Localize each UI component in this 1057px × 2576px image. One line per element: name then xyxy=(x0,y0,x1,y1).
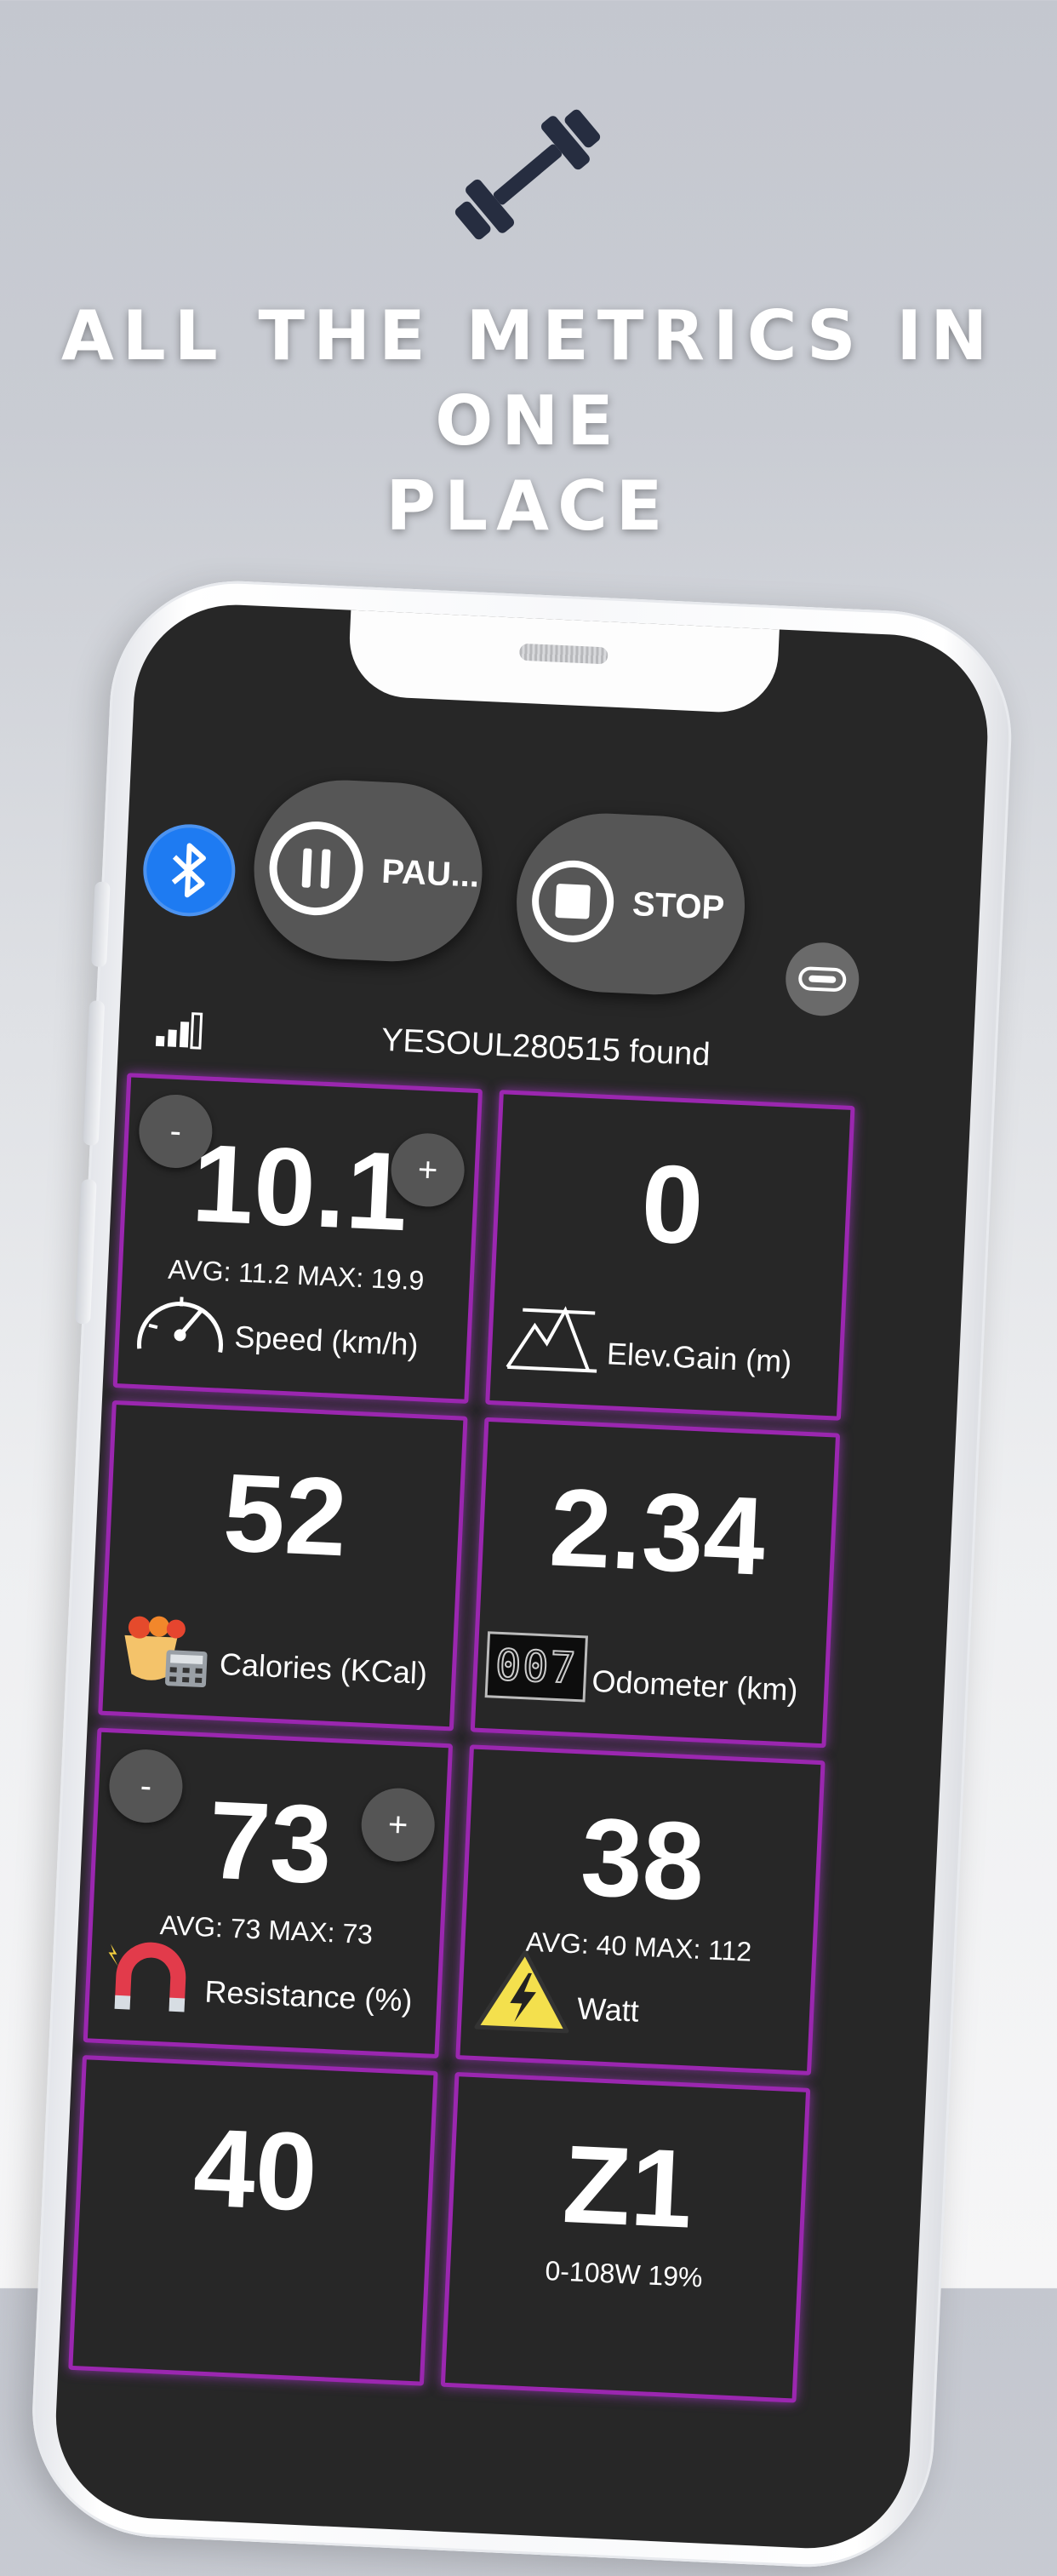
odometer-icon: 007 xyxy=(485,1631,588,1702)
device-found-text: YESOUL280515 found xyxy=(118,1010,974,1086)
tile-speed: - + 10.1 AVG: 11.2 MAX: 19.9 Speed (km/h… xyxy=(113,1073,483,1404)
tile-elevation-gain: 0 Elev.Gain (m) xyxy=(485,1090,854,1421)
tile-watt: 38 AVG: 40 MAX: 112 Watt xyxy=(455,1744,825,2075)
treadmill-icon xyxy=(796,961,848,998)
tile-cadence: 40 xyxy=(68,2055,437,2386)
mountain-icon xyxy=(503,1291,604,1380)
odometer-label: Odometer (km) xyxy=(591,1663,799,1709)
bluetooth-button[interactable] xyxy=(141,822,237,919)
speedometer-icon xyxy=(130,1274,231,1363)
resistance-label: Resistance (%) xyxy=(204,1974,414,2019)
cadence-value: 40 xyxy=(79,2102,431,2236)
stop-icon xyxy=(530,859,615,944)
tile-zone: Z1 0-108W 19% xyxy=(441,2072,810,2403)
tile-resistance: - + 73 AVG: 73 MAX: 73 Resistance (%) xyxy=(83,1728,453,2059)
odometer-digits: 007 xyxy=(494,1640,579,1693)
odometer-value: 2.34 xyxy=(482,1464,834,1599)
bluetooth-icon xyxy=(166,839,213,901)
stop-button[interactable]: STOP xyxy=(512,810,748,999)
elevation-gain-label: Elev.Gain (m) xyxy=(606,1336,792,1380)
calories-value: 52 xyxy=(109,1447,461,1582)
app-screen: PAU... STOP YESOUL280515 found xyxy=(52,600,992,2552)
pause-icon xyxy=(267,820,365,918)
zone-value: Z1 xyxy=(452,2119,804,2253)
zone-stats: 0-108W 19% xyxy=(449,2251,797,2298)
tile-calories: 52 Calories (KCal) xyxy=(98,1400,467,1732)
resistance-value: 73 xyxy=(94,1775,447,1909)
pause-button[interactable]: PAU... xyxy=(250,776,486,965)
stop-label: STOP xyxy=(631,885,725,928)
calories-icon xyxy=(116,1601,217,1691)
tile-odometer: 2.34 007 Odometer (km) xyxy=(471,1417,840,1749)
speaker-grille xyxy=(519,644,608,665)
treadmill-button[interactable] xyxy=(784,941,860,1017)
pause-label: PAU... xyxy=(380,852,480,895)
watt-label: Watt xyxy=(576,1990,640,2029)
speed-label: Speed (km/h) xyxy=(234,1319,420,1363)
high-voltage-icon xyxy=(473,1945,574,2035)
watt-value: 38 xyxy=(466,1792,819,1926)
speed-value: 10.1 xyxy=(124,1119,477,1254)
magnet-icon xyxy=(100,1928,202,2018)
phone-mockup: PAU... STOP YESOUL280515 found xyxy=(0,0,1057,2310)
calories-label: Calories (KCal) xyxy=(219,1646,428,1692)
elevation-gain-value: 0 xyxy=(496,1136,848,1271)
